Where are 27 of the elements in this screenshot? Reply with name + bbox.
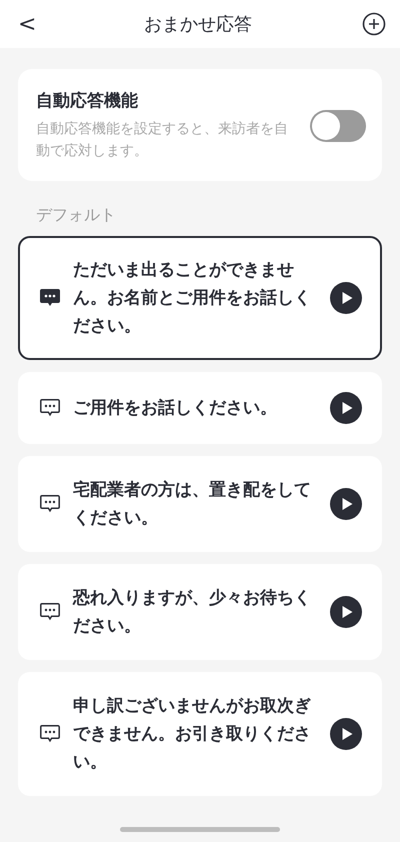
section-label: デフォルト (35, 204, 117, 226)
message-card[interactable]: 恐れ入りますが、少々お待ちください。 (18, 564, 382, 660)
back-button[interactable]: < (18, 12, 34, 36)
message-text: ただいま出ることができません。お名前とご用件をお話しください。 (73, 258, 312, 338)
chat-bubble-icon (39, 724, 61, 744)
chat-bubble-icon (39, 398, 61, 418)
message-card[interactable]: ただいま出ることができません。お名前とご用件をお話しください。 (18, 236, 382, 360)
chat-bubble-icon (39, 602, 61, 622)
message-text: 宅配業者の方は、置き配をしてください。 (73, 478, 312, 530)
setting-description: 自動応答機能を設定すると、来訪者を自動で応対します。 (36, 120, 289, 162)
play-button[interactable] (330, 282, 362, 314)
message-card[interactable]: ご用件をお話しください。 (18, 372, 382, 444)
chat-bubble-icon (39, 494, 61, 514)
setting-title: 自動応答機能 (36, 90, 139, 112)
play-button[interactable] (330, 488, 362, 520)
chat-bubble-icon (39, 288, 61, 308)
message-card[interactable]: 申し訳ございませんがお取次ぎできません。お引き取りください。 (18, 672, 382, 796)
add-button[interactable] (362, 12, 386, 36)
play-button[interactable] (330, 596, 362, 628)
message-text: 申し訳ございませんがお取次ぎできません。お引き取りください。 (73, 694, 312, 774)
message-text: 恐れ入りますが、少々お待ちください。 (73, 586, 312, 638)
message-text: ご用件をお話しください。 (73, 396, 278, 420)
page-title: おまかせ応答 (144, 13, 252, 36)
message-card[interactable]: 宅配業者の方は、置き配をしてください。 (18, 456, 382, 552)
toggle-switch[interactable] (310, 110, 366, 142)
play-button[interactable] (330, 392, 362, 424)
play-button[interactable] (330, 718, 362, 750)
